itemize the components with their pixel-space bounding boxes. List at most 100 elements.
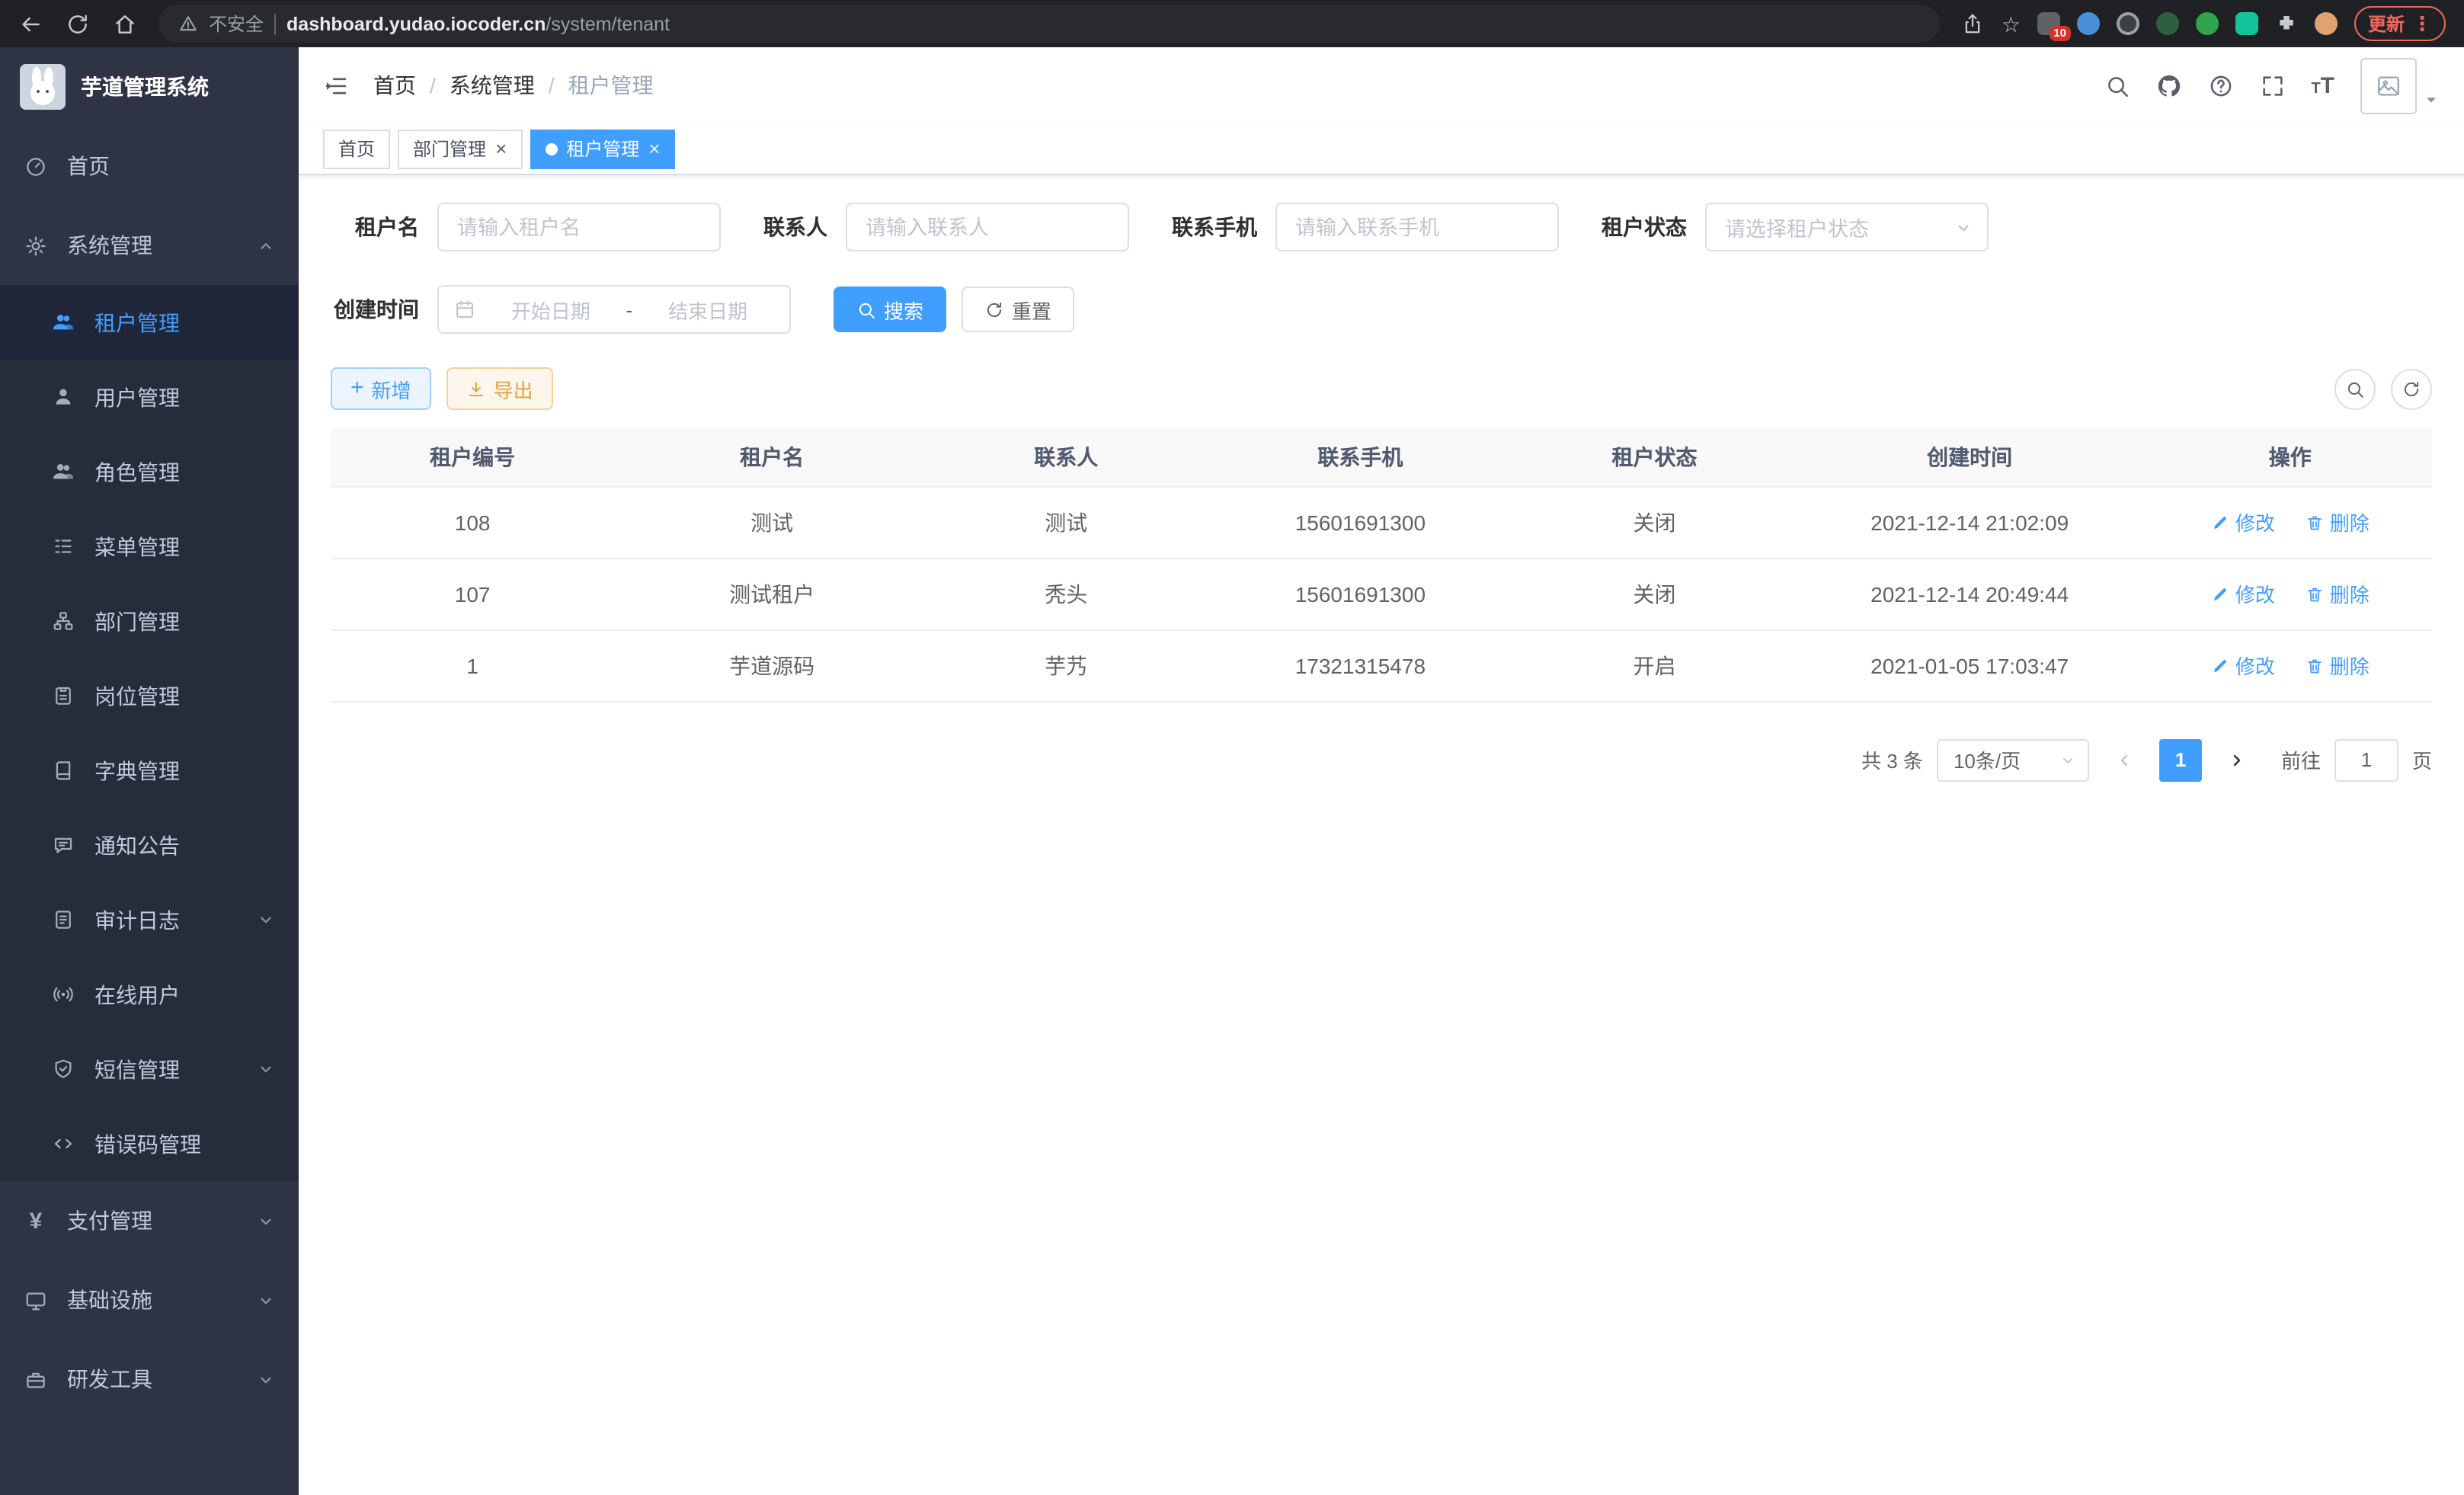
tenant-name-input[interactable] [437,203,721,251]
cell-status: 关闭 [1518,486,1791,558]
profile-avatar[interactable] [2315,12,2338,35]
address-bar[interactable]: 不安全 dashboard.yudao.iocoder.cn/system/te… [158,5,1941,43]
sidebar-toggle-icon[interactable] [323,72,349,98]
sidebar-item-label: 首页 [67,151,110,181]
search-icon[interactable] [2104,72,2130,98]
next-page-button[interactable] [2216,738,2258,781]
edit-link[interactable]: 修改 [2211,507,2275,536]
tab-tenant[interactable]: 租户管理× [530,129,675,168]
home-icon[interactable] [113,11,137,36]
tab-home[interactable]: 首页 [323,129,390,168]
sidebar-item-label: 角色管理 [94,456,180,487]
reset-button[interactable]: 重置 [962,287,1074,332]
sidebar-item-sms[interactable]: 短信管理 [0,1032,299,1106]
sidebar-item-tenant[interactable]: 租户管理 [0,285,299,360]
tenant-table: 租户编号 租户名 联系人 联系手机 租户状态 创建时间 操作 108 测试 [331,428,2432,702]
extension-icon[interactable] [2077,12,2100,35]
security-label[interactable]: 不安全 [209,11,264,37]
tenant-status-select[interactable]: 请选择租户状态 [1705,203,1989,251]
breadcrumb-separator: / [549,73,555,98]
extensions-puzzle-icon[interactable] [2275,12,2298,35]
extension-icon[interactable] [2117,12,2139,35]
toggle-search-button[interactable] [2334,368,2376,409]
contact-input[interactable] [846,203,1129,251]
shield-icon [52,1058,75,1080]
sidebar-item-menu[interactable]: 菜单管理 [0,509,299,584]
share-icon[interactable] [1962,12,1985,35]
extension-icon[interactable] [2156,12,2179,35]
org-tree-icon [52,610,75,632]
sidebar-item-label: 用户管理 [94,382,180,412]
trash-icon [2306,584,2324,603]
sidebar-item-payment[interactable]: ¥ 支付管理 [0,1181,299,1260]
breadcrumb-system[interactable]: 系统管理 [450,70,535,101]
monitor-icon [24,1289,47,1311]
add-button[interactable]: + 新增 [331,367,431,410]
close-icon[interactable]: × [648,139,660,158]
sidebar-item-dict[interactable]: 字典管理 [0,733,299,808]
sidebar-item-infrastructure[interactable]: 基础设施 [0,1260,299,1340]
sidebar-item-role[interactable]: 角色管理 [0,434,299,509]
delete-link[interactable]: 删除 [2306,507,2370,536]
reload-icon[interactable] [66,11,90,36]
help-icon[interactable] [2207,72,2233,98]
bookmark-star-icon[interactable]: ☆ [2002,13,2021,34]
tab-dept[interactable]: 部门管理× [398,129,522,168]
update-button[interactable]: 更新⋮ [2354,6,2446,41]
system-submenu: 租户管理 用户管理 角色管理 菜单管理 [0,285,299,1181]
sidebar-item-devtools[interactable]: 研发工具 [0,1340,299,1419]
create-time-label: 创建时间 [331,294,419,325]
sidebar-item-label: 岗位管理 [94,680,180,711]
delete-link[interactable]: 删除 [2306,579,2370,608]
sidebar-item-system[interactable]: 系统管理 [0,206,299,285]
start-date-placeholder: 开始日期 [485,295,617,324]
sidebar-item-online-users[interactable]: 在线用户 [0,957,299,1032]
search-button[interactable]: 搜索 [834,287,946,332]
page-number-button[interactable]: 1 [2159,738,2202,781]
browser-actions: ☆ 10 更新⋮ [1962,6,2446,41]
prev-page-button[interactable] [2103,738,2146,781]
breadcrumb-home[interactable]: 首页 [373,70,416,101]
sidebar-item-post[interactable]: 岗位管理 [0,658,299,733]
avatar[interactable] [2360,57,2417,114]
export-button[interactable]: 导出 [446,367,553,410]
github-icon[interactable] [2155,72,2181,98]
sidebar-item-error-code[interactable]: 错误码管理 [0,1106,299,1181]
close-icon[interactable]: × [495,139,507,158]
chevron-down-icon [1955,219,1972,235]
cell-created: 2021-01-05 17:03:47 [1791,629,2149,701]
cell-tenant-name: 芋道源码 [614,629,930,701]
page-size-select[interactable]: 10条/页 [1937,738,2089,781]
extension-icon[interactable] [2235,12,2258,35]
user-menu[interactable] [2360,57,2440,114]
sidebar-item-notice[interactable]: 通知公告 [0,808,299,882]
app-logo[interactable]: 芋道管理系统 [0,47,299,126]
goto-page-input[interactable] [2334,738,2398,781]
refresh-table-button[interactable] [2391,368,2432,409]
delete-link[interactable]: 删除 [2306,651,2370,680]
sidebar-item-audit-log[interactable]: 审计日志 [0,882,299,957]
calendar-icon [454,299,475,320]
font-size-icon[interactable]: TT [2311,74,2334,97]
cell-actions: 修改 删除 [2149,486,2432,558]
warning-icon [178,14,198,34]
extension-icon[interactable] [2196,12,2219,35]
menu-dots-icon[interactable]: ⋮ [2412,14,2432,34]
sidebar-item-user[interactable]: 用户管理 [0,360,299,434]
phone-input[interactable] [1275,203,1559,251]
edit-link[interactable]: 修改 [2211,579,2275,608]
sidebar-item-label: 菜单管理 [94,531,180,562]
edit-link[interactable]: 修改 [2211,651,2275,680]
select-placeholder: 请选择租户状态 [1725,212,1869,242]
sidebar-item-label: 研发工具 [67,1364,152,1394]
menu-list-icon [52,535,75,558]
table-row: 1 芋道源码 芋艿 17321315478 开启 2021-01-05 17:0… [331,629,2432,701]
back-icon[interactable] [18,11,43,36]
delete-label: 删除 [2330,579,2370,608]
fullscreen-icon[interactable] [2259,72,2285,98]
cell-actions: 修改 删除 [2149,558,2432,629]
extension-icon[interactable]: 10 [2037,12,2060,35]
sidebar-item-home[interactable]: 首页 [0,126,299,206]
sidebar-item-dept[interactable]: 部门管理 [0,584,299,658]
create-time-range-picker[interactable]: 开始日期 - 结束日期 [437,285,791,334]
